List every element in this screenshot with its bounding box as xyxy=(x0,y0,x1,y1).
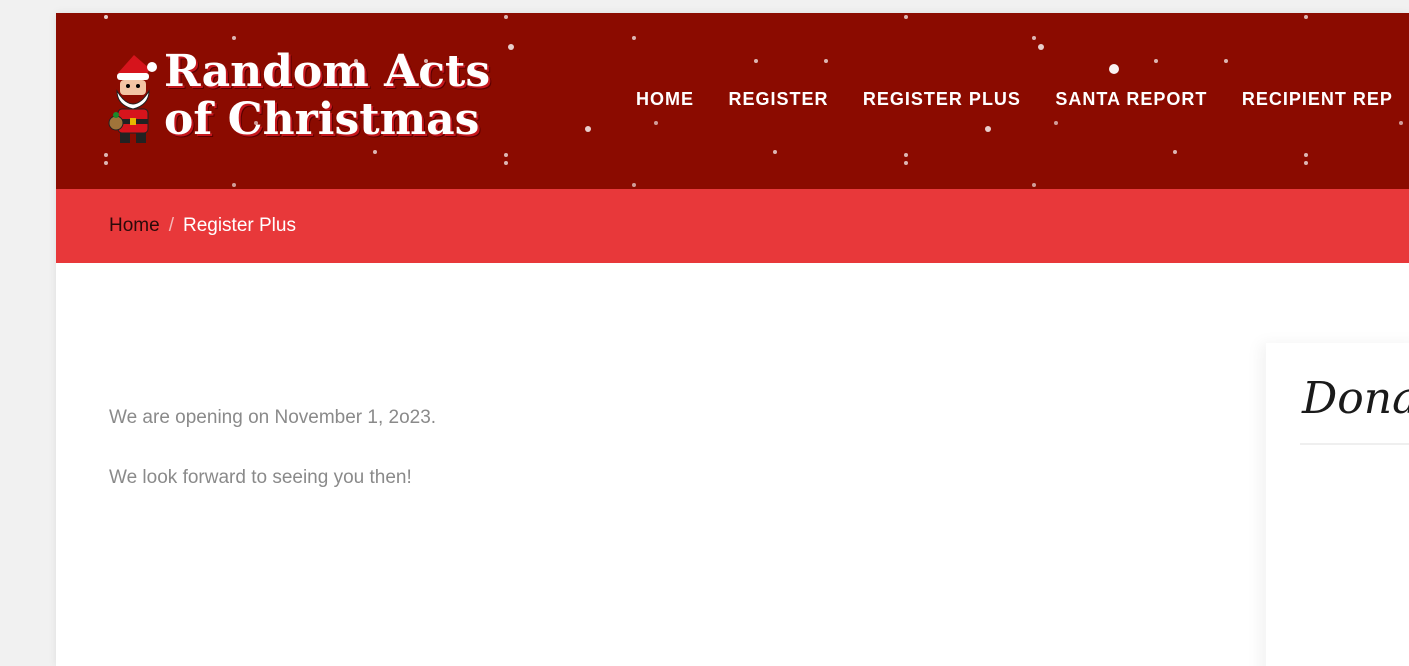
nav-item-santa-report[interactable]: SANTA REPORT xyxy=(1055,89,1207,110)
nav-item-recipient-report[interactable]: RECIPIENT REP xyxy=(1242,89,1393,110)
opening-notice: We are opening on November 1, 2o23. xyxy=(109,407,437,428)
nav-item-register[interactable]: REGISTER xyxy=(728,89,828,110)
main-content: We are opening on November 1, 2o23. We l… xyxy=(109,403,1009,523)
breadcrumb-bar: Home / Register Plus xyxy=(56,189,1409,263)
main-navigation: HOME REGISTER REGISTER PLUS SANTA REPORT… xyxy=(636,89,1409,110)
breadcrumb-separator: / xyxy=(168,215,174,236)
nav-item-home[interactable]: HOME xyxy=(636,89,694,110)
nav-item-register-plus[interactable]: REGISTER PLUS xyxy=(863,89,1021,110)
donate-widget: Donate xyxy=(1266,343,1409,666)
logo-text: Random Acts of Christmas xyxy=(164,49,490,143)
site-logo[interactable]: Random Acts of Christmas xyxy=(108,49,548,149)
site-header: Random Acts of Christmas HOME REGISTER R… xyxy=(56,13,1409,189)
donate-divider xyxy=(1300,443,1409,445)
logo-line-1: Random Acts xyxy=(164,46,491,97)
closing-notice: We look forward to seeing you then! xyxy=(109,467,412,488)
breadcrumb: Home / Register Plus xyxy=(109,215,296,237)
breadcrumb-home-link[interactable]: Home xyxy=(109,215,160,236)
page-container: Random Acts of Christmas HOME REGISTER R… xyxy=(56,13,1409,666)
logo-line-2: of Christmas xyxy=(164,94,480,145)
santa-icon xyxy=(108,55,157,143)
breadcrumb-current: Register Plus xyxy=(182,215,296,236)
donate-title: Donate xyxy=(1302,373,1409,424)
